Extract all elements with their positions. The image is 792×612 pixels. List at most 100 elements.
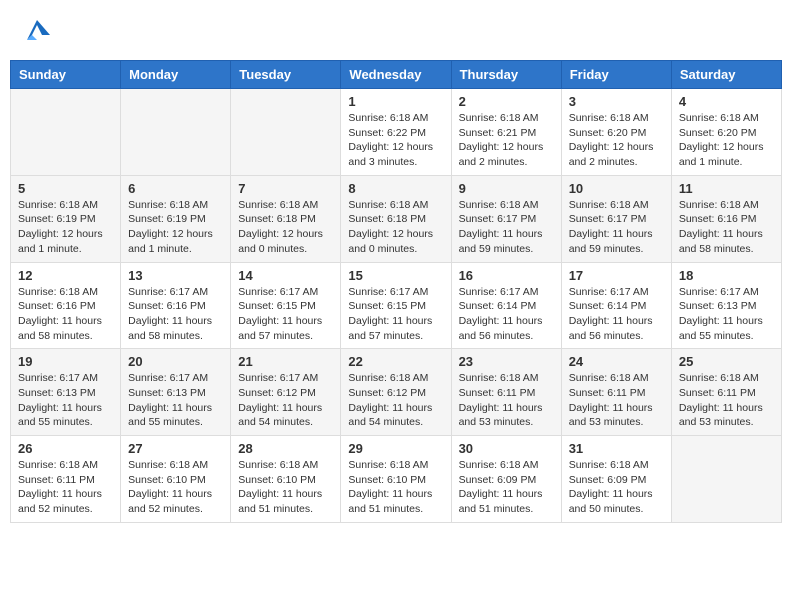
day-number: 13 [128, 268, 223, 283]
calendar-cell: 21 Sunrise: 6:17 AM Sunset: 6:12 PM Dayli… [231, 349, 341, 436]
calendar-cell: 22 Sunrise: 6:18 AM Sunset: 6:12 PM Dayli… [341, 349, 451, 436]
day-number: 15 [348, 268, 443, 283]
cell-info: Sunrise: 6:18 AM Sunset: 6:10 PM Dayligh… [128, 458, 223, 517]
logo-icon [22, 15, 52, 45]
day-number: 27 [128, 441, 223, 456]
cell-info: Sunrise: 6:18 AM Sunset: 6:16 PM Dayligh… [679, 198, 774, 257]
week-row-1: 1 Sunrise: 6:18 AM Sunset: 6:22 PM Daylig… [11, 89, 782, 176]
calendar-cell: 17 Sunrise: 6:17 AM Sunset: 6:14 PM Dayli… [561, 262, 671, 349]
day-number: 8 [348, 181, 443, 196]
cell-info: Sunrise: 6:18 AM Sunset: 6:20 PM Dayligh… [569, 111, 664, 170]
cell-info: Sunrise: 6:17 AM Sunset: 6:15 PM Dayligh… [348, 285, 443, 344]
day-number: 17 [569, 268, 664, 283]
cell-info: Sunrise: 6:17 AM Sunset: 6:12 PM Dayligh… [238, 371, 333, 430]
calendar-cell: 9 Sunrise: 6:18 AM Sunset: 6:17 PM Daylig… [451, 175, 561, 262]
day-number: 19 [18, 354, 113, 369]
calendar-cell: 14Sunrise: 6:17 AM Sunset: 6:15 PM Dayli… [231, 262, 341, 349]
day-number: 1 [348, 94, 443, 109]
day-number: 16 [459, 268, 554, 283]
calendar-cell [11, 89, 121, 176]
cell-info: Sunrise: 6:18 AM Sunset: 6:19 PM Dayligh… [18, 198, 113, 257]
cell-info: Sunrise: 6:17 AM Sunset: 6:13 PM Dayligh… [18, 371, 113, 430]
weekday-header-saturday: Saturday [671, 61, 781, 89]
day-number: 29 [348, 441, 443, 456]
day-number: 4 [679, 94, 774, 109]
calendar-cell: 4 Sunrise: 6:18 AM Sunset: 6:20 PM Daylig… [671, 89, 781, 176]
week-row-4: 19 Sunrise: 6:17 AM Sunset: 6:13 PM Dayli… [11, 349, 782, 436]
day-number: 10 [569, 181, 664, 196]
cell-info: Sunrise: 6:18 AM Sunset: 6:18 PM Dayligh… [348, 198, 443, 257]
day-number: 6 [128, 181, 223, 196]
calendar-cell: 28 Sunrise: 6:18 AM Sunset: 6:10 PM Dayli… [231, 436, 341, 523]
day-number: 3 [569, 94, 664, 109]
cell-info: Sunrise: 6:18 AM Sunset: 6:11 PM Dayligh… [18, 458, 113, 517]
calendar-cell: 2 Sunrise: 6:18 AM Sunset: 6:21 PM Daylig… [451, 89, 561, 176]
cell-info: Sunrise: 6:18 AM Sunset: 6:10 PM Dayligh… [348, 458, 443, 517]
day-number: 5 [18, 181, 113, 196]
weekday-header-monday: Monday [121, 61, 231, 89]
cell-info: Sunrise: 6:17 AM Sunset: 6:14 PM Dayligh… [459, 285, 554, 344]
day-number: 25 [679, 354, 774, 369]
day-number: 30 [459, 441, 554, 456]
cell-info: Sunrise: 6:18 AM Sunset: 6:19 PM Dayligh… [128, 198, 223, 257]
day-number: 23 [459, 354, 554, 369]
day-number: 7 [238, 181, 333, 196]
calendar-cell [231, 89, 341, 176]
calendar-cell: 23 Sunrise: 6:18 AM Sunset: 6:11 PM Dayli… [451, 349, 561, 436]
day-number: 22 [348, 354, 443, 369]
cell-info: Sunrise: 6:18 AM Sunset: 6:16 PM Dayligh… [18, 285, 113, 344]
calendar-cell: 15 Sunrise: 6:17 AM Sunset: 6:15 PM Dayli… [341, 262, 451, 349]
cell-info: Sunrise: 6:17 AM Sunset: 6:14 PM Dayligh… [569, 285, 664, 344]
calendar-cell: 19 Sunrise: 6:17 AM Sunset: 6:13 PM Dayli… [11, 349, 121, 436]
cell-info: Sunrise: 6:18 AM Sunset: 6:11 PM Dayligh… [459, 371, 554, 430]
calendar-cell: 29 Sunrise: 6:18 AM Sunset: 6:10 PM Dayli… [341, 436, 451, 523]
weekday-header-row: SundayMondayTuesdayWednesdayThursdayFrid… [11, 61, 782, 89]
cell-info: Sunrise: 6:17 AM Sunset: 6:13 PM Dayligh… [679, 285, 774, 344]
cell-info: Sunrise: 6:18 AM Sunset: 6:12 PM Dayligh… [348, 371, 443, 430]
calendar-cell: 26 Sunrise: 6:18 AM Sunset: 6:11 PM Dayli… [11, 436, 121, 523]
day-number: 26 [18, 441, 113, 456]
day-number: 9 [459, 181, 554, 196]
day-number: 21 [238, 354, 333, 369]
calendar-cell: 16 Sunrise: 6:17 AM Sunset: 6:14 PM Dayli… [451, 262, 561, 349]
day-number: 28 [238, 441, 333, 456]
calendar-cell [121, 89, 231, 176]
cell-info: Sunrise: 6:18 AM Sunset: 6:21 PM Dayligh… [459, 111, 554, 170]
cell-info: Sunrise: 6:18 AM Sunset: 6:09 PM Dayligh… [459, 458, 554, 517]
calendar-cell: 3 Sunrise: 6:18 AM Sunset: 6:20 PM Daylig… [561, 89, 671, 176]
day-number: 31 [569, 441, 664, 456]
calendar-cell: 5 Sunrise: 6:18 AM Sunset: 6:19 PM Daylig… [11, 175, 121, 262]
cell-info: Sunrise: 6:18 AM Sunset: 6:10 PM Dayligh… [238, 458, 333, 517]
week-row-2: 5 Sunrise: 6:18 AM Sunset: 6:19 PM Daylig… [11, 175, 782, 262]
weekday-header-thursday: Thursday [451, 61, 561, 89]
calendar-cell: 31 Sunrise: 6:18 AM Sunset: 6:09 PM Dayli… [561, 436, 671, 523]
calendar-cell: 1 Sunrise: 6:18 AM Sunset: 6:22 PM Daylig… [341, 89, 451, 176]
calendar-cell: 25 Sunrise: 6:18 AM Sunset: 6:11 PM Dayli… [671, 349, 781, 436]
calendar-cell: 27 Sunrise: 6:18 AM Sunset: 6:10 PM Dayli… [121, 436, 231, 523]
day-number: 14 [238, 268, 333, 283]
calendar-cell: 13Sunrise: 6:17 AM Sunset: 6:16 PM Dayli… [121, 262, 231, 349]
calendar-cell: 7Sunrise: 6:18 AM Sunset: 6:18 PM Daylig… [231, 175, 341, 262]
day-number: 18 [679, 268, 774, 283]
day-number: 24 [569, 354, 664, 369]
calendar-cell [671, 436, 781, 523]
day-number: 2 [459, 94, 554, 109]
calendar-cell: 30 Sunrise: 6:18 AM Sunset: 6:09 PM Dayli… [451, 436, 561, 523]
cell-info: Sunrise: 6:18 AM Sunset: 6:22 PM Dayligh… [348, 111, 443, 170]
logo [20, 15, 52, 45]
calendar-cell: 11Sunrise: 6:18 AM Sunset: 6:16 PM Dayli… [671, 175, 781, 262]
day-number: 20 [128, 354, 223, 369]
week-row-3: 12Sunrise: 6:18 AM Sunset: 6:16 PM Dayli… [11, 262, 782, 349]
calendar-cell: 20 Sunrise: 6:17 AM Sunset: 6:13 PM Dayli… [121, 349, 231, 436]
cell-info: Sunrise: 6:18 AM Sunset: 6:09 PM Dayligh… [569, 458, 664, 517]
weekday-header-friday: Friday [561, 61, 671, 89]
cell-info: Sunrise: 6:18 AM Sunset: 6:20 PM Dayligh… [679, 111, 774, 170]
cell-info: Sunrise: 6:18 AM Sunset: 6:11 PM Dayligh… [679, 371, 774, 430]
calendar-cell: 24Sunrise: 6:18 AM Sunset: 6:11 PM Dayli… [561, 349, 671, 436]
cell-info: Sunrise: 6:18 AM Sunset: 6:17 PM Dayligh… [459, 198, 554, 257]
calendar-cell: 12Sunrise: 6:18 AM Sunset: 6:16 PM Dayli… [11, 262, 121, 349]
week-row-5: 26 Sunrise: 6:18 AM Sunset: 6:11 PM Dayli… [11, 436, 782, 523]
calendar: SundayMondayTuesdayWednesdayThursdayFrid… [10, 60, 782, 523]
calendar-cell: 6 Sunrise: 6:18 AM Sunset: 6:19 PM Daylig… [121, 175, 231, 262]
cell-info: Sunrise: 6:17 AM Sunset: 6:13 PM Dayligh… [128, 371, 223, 430]
